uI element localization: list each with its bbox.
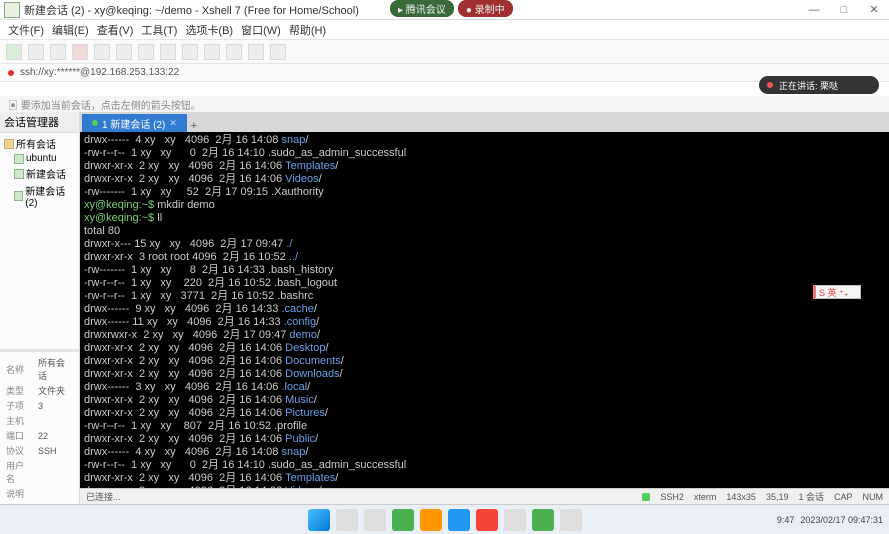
explorer-icon[interactable] — [364, 509, 386, 531]
add-tab-button[interactable]: + — [187, 120, 201, 132]
terminal-tabs: 1 新建会话 (2) ✕ + — [80, 112, 889, 132]
font-icon[interactable] — [204, 44, 220, 60]
menu-edit[interactable]: 编辑(E) — [50, 22, 91, 38]
start-button[interactable] — [308, 509, 330, 531]
system-tray[interactable]: 9:47 2023/02/17 09:47:31 — [777, 515, 883, 525]
maximize-button[interactable]: □ — [829, 0, 859, 20]
taskbar-app-icon[interactable] — [420, 509, 442, 531]
terminal-output[interactable]: drwx------ 4 xy xy 4096 2月 16 14:08 snap… — [80, 132, 889, 504]
menu-file[interactable]: 文件(F) — [6, 22, 46, 38]
meeting-overlay: ▸ 腾讯会议 ● 录制中 — [390, 0, 513, 17]
status-size: 143x35 — [726, 492, 756, 502]
status-lamp-icon — [642, 493, 650, 501]
address-bar: ssh://xy:******@192.168.253.133:22 — [0, 64, 889, 82]
taskbar-app-icon[interactable] — [504, 509, 526, 531]
taskbar-app-icon[interactable] — [448, 509, 470, 531]
menu-tab[interactable]: 选项卡(B) — [183, 22, 235, 38]
session-icon — [14, 169, 24, 179]
voice-dot-icon — [767, 82, 773, 88]
tray-date: 2023/02/17 09:47:31 — [800, 515, 883, 525]
status-term: xterm — [694, 492, 717, 502]
tab-status-icon — [92, 120, 98, 126]
tree-item[interactable]: 新建会话 — [2, 165, 77, 182]
close-button[interactable]: ✕ — [859, 0, 889, 20]
taskbar-app-icon[interactable] — [476, 509, 498, 531]
tray-time: 9:47 — [777, 515, 795, 525]
help-icon[interactable] — [270, 44, 286, 60]
color-icon[interactable] — [182, 44, 198, 60]
find-icon[interactable] — [138, 44, 154, 60]
status-connected: 已连接... — [86, 490, 121, 503]
paste-icon[interactable] — [116, 44, 132, 60]
taskbar-app-icon[interactable] — [392, 509, 414, 531]
taskbar-app-icon[interactable] — [532, 509, 554, 531]
minimize-button[interactable]: — — [799, 0, 829, 20]
windows-taskbar: 9:47 2023/02/17 09:47:31 — [0, 504, 889, 534]
tab-label: 1 新建会话 (2) — [102, 116, 165, 131]
sidebar-title: 会话管理器 — [0, 112, 79, 133]
voice-indicator: 正在讲话: 栗哒 — [759, 76, 879, 94]
status-ssh: SSH2 — [660, 492, 684, 502]
app-icon — [4, 2, 20, 18]
status-num: NUM — [863, 492, 884, 502]
status-caps: CAP — [834, 492, 853, 502]
transfer-icon[interactable] — [248, 44, 264, 60]
menu-window[interactable]: 窗口(W) — [239, 22, 283, 38]
menu-bar: 文件(F) 编辑(E) 查看(V) 工具(T) 选项卡(B) 窗口(W) 帮助(… — [0, 20, 889, 40]
session-tree[interactable]: 所有会话 ubuntu 新建会话 新建会话 (2) — [0, 133, 79, 349]
tencent-meeting-pill[interactable]: ▸ 腾讯会议 — [390, 0, 454, 17]
tree-item[interactable]: 新建会话 (2) — [2, 182, 77, 210]
reconnect-icon[interactable] — [50, 44, 66, 60]
status-bar: 已连接... SSH2 xterm 143x35 35,19 1 会话 CAP … — [80, 488, 889, 504]
menu-tools[interactable]: 工具(T) — [139, 22, 179, 38]
tab-close-icon[interactable]: ✕ — [169, 118, 177, 129]
new-session-icon[interactable] — [6, 44, 22, 60]
hint-bar: ▣ 要添加当前会话，点击左侧的箭头按钮。 — [0, 96, 889, 112]
tool-bar — [0, 40, 889, 64]
status-sessions: 1 会话 — [798, 490, 824, 503]
menu-view[interactable]: 查看(V) — [95, 22, 136, 38]
connection-status-icon — [8, 70, 14, 76]
copy-icon[interactable] — [94, 44, 110, 60]
ime-indicator[interactable]: S 英 ⁺₊ — [813, 285, 861, 299]
tree-root[interactable]: 所有会话 — [2, 135, 77, 152]
menu-help[interactable]: 帮助(H) — [287, 22, 328, 38]
disconnect-icon[interactable] — [72, 44, 88, 60]
session-icon — [14, 154, 24, 164]
taskbar-app-icon[interactable] — [560, 509, 582, 531]
status-pos: 35,19 — [766, 492, 789, 502]
hint-text: ▣ 要添加当前会话，点击左侧的箭头按钮。 — [8, 97, 201, 112]
open-icon[interactable] — [28, 44, 44, 60]
key-icon[interactable] — [226, 44, 242, 60]
properties-panel: 名称所有会话 类型文件夹 子项3 主机 端口22 协议SSH 用户名 说明 — [0, 352, 79, 504]
session-sidebar: 会话管理器 所有会话 ubuntu 新建会话 新建会话 (2) 名称所有会话 类… — [0, 112, 80, 504]
search-icon[interactable] — [336, 509, 358, 531]
recording-pill[interactable]: ● 录制中 — [458, 0, 513, 17]
folder-icon — [4, 139, 14, 149]
session-icon — [14, 191, 23, 201]
tree-item[interactable]: ubuntu — [2, 152, 77, 165]
address-text[interactable]: ssh://xy:******@192.168.253.133:22 — [20, 67, 179, 78]
voice-text: 正在讲话: 栗哒 — [779, 79, 838, 92]
props-icon[interactable] — [160, 44, 176, 60]
tab-session[interactable]: 1 新建会话 (2) ✕ — [82, 114, 187, 132]
